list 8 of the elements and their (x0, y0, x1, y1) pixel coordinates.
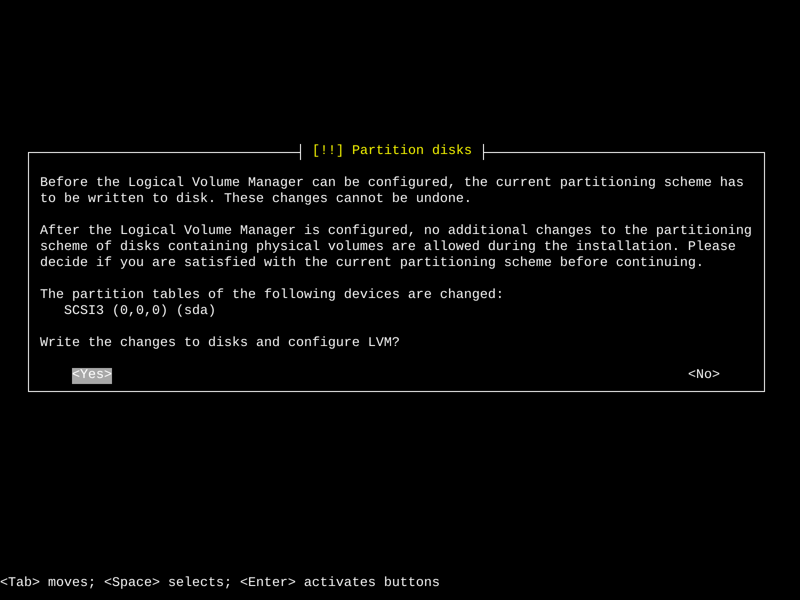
dialog-button[interactable]: <No> (688, 368, 720, 384)
question-text: Write the changes to disks and configure LVM? (40, 336, 400, 352)
devices-heading: The partition tables of the following devices are changed: (40, 288, 504, 304)
device-name: SCSI3 (0,0,0) (sda) (64, 304, 216, 320)
message-paragraph: Before the Logical Volume Manager can be configured, the current partitioning scheme has to be written to disk. These changes cannot be undone. (40, 176, 745, 208)
message-paragraph: After the Logical Volume Manager is configured, no additional changes to the partitioning scheme of disks containing physical volumes are allowed during the installation. Please decide if you are satisfied with the current partitioning scheme before continuing. (40, 224, 753, 272)
dialog-title: [!!] Partition disks (300, 144, 484, 160)
help-line: <Tab> moves; <Space> selects; <Enter> activates buttons (0, 576, 440, 592)
